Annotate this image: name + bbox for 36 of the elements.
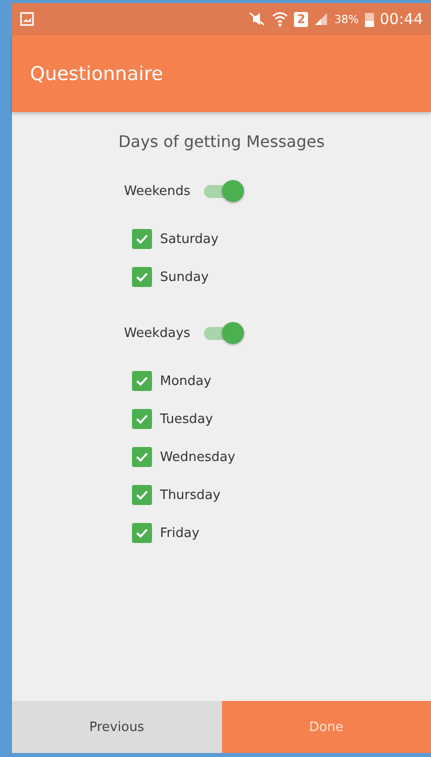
section-heading: Days of getting Messages [117,132,326,151]
toggle-switch[interactable] [202,179,244,203]
signal-icon [314,12,328,26]
checkbox[interactable] [132,229,152,249]
check-icon [135,450,149,464]
mute-icon [248,12,266,26]
battery-icon [364,12,374,26]
checkbox-label: Wednesday [160,450,236,464]
checkbox-label: Friday [160,526,200,540]
sim-badge: 2 [294,12,308,26]
checkbox-label: Sunday [160,270,209,284]
checkbox[interactable] [132,409,152,429]
clock: 00:44 [380,10,423,28]
previous-button[interactable]: Previous [12,701,222,753]
check-icon [135,232,149,246]
checkbox[interactable] [132,523,152,543]
checkbox[interactable] [132,447,152,467]
checkbox-label: Monday [160,374,212,388]
check-icon [135,526,149,540]
wifi-icon [272,11,288,27]
checkbox[interactable] [132,371,152,391]
toggle-switch[interactable] [202,321,244,345]
toggle-label: Weekdays [124,326,190,340]
toggle-label: Weekends [124,184,190,198]
app-title: Questionnaire [30,62,164,84]
checkbox-label: Thursday [160,488,220,502]
gallery-icon [20,12,34,26]
checkbox[interactable] [132,267,152,287]
check-icon [135,374,149,388]
check-icon [135,270,149,284]
check-icon [135,488,149,502]
battery-percent: 38% [334,12,359,26]
checkbox-label: Saturday [160,232,219,246]
checkbox-label: Tuesday [160,412,213,426]
checkbox[interactable] [132,485,152,505]
check-icon [135,412,149,426]
